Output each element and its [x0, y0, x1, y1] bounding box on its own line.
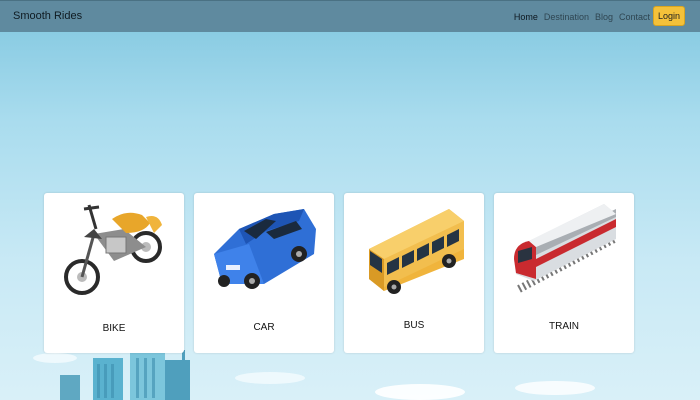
nav-home[interactable]: Home	[514, 12, 538, 22]
nav-destination[interactable]: Destination	[544, 12, 589, 22]
nav-links: Home Destination Blog Contact	[508, 12, 650, 22]
bus-icon	[369, 209, 464, 294]
vehicle-card-bus[interactable]: BUS	[344, 193, 484, 353]
nav-blog[interactable]: Blog	[595, 12, 613, 22]
top-navbar: Smooth Rides Home Destination Blog Conta…	[0, 0, 700, 32]
vehicle-card-bike[interactable]: BIKE	[44, 193, 184, 353]
card-label-car: CAR	[253, 322, 275, 333]
car-icon	[214, 209, 316, 289]
card-label-bus: BUS	[403, 320, 425, 331]
train-icon	[514, 204, 616, 293]
card-label-train: TRAIN	[549, 321, 579, 332]
login-button[interactable]: Login	[653, 6, 685, 26]
vehicle-card-car[interactable]: CAR	[194, 193, 334, 353]
vehicle-card-train[interactable]: TRAIN	[494, 193, 634, 353]
brand-logo-text[interactable]: Smooth Rides	[13, 10, 82, 22]
motorcycle-icon	[64, 204, 162, 295]
card-label-bike: BIKE	[102, 323, 126, 334]
nav-contact[interactable]: Contact	[619, 12, 650, 22]
